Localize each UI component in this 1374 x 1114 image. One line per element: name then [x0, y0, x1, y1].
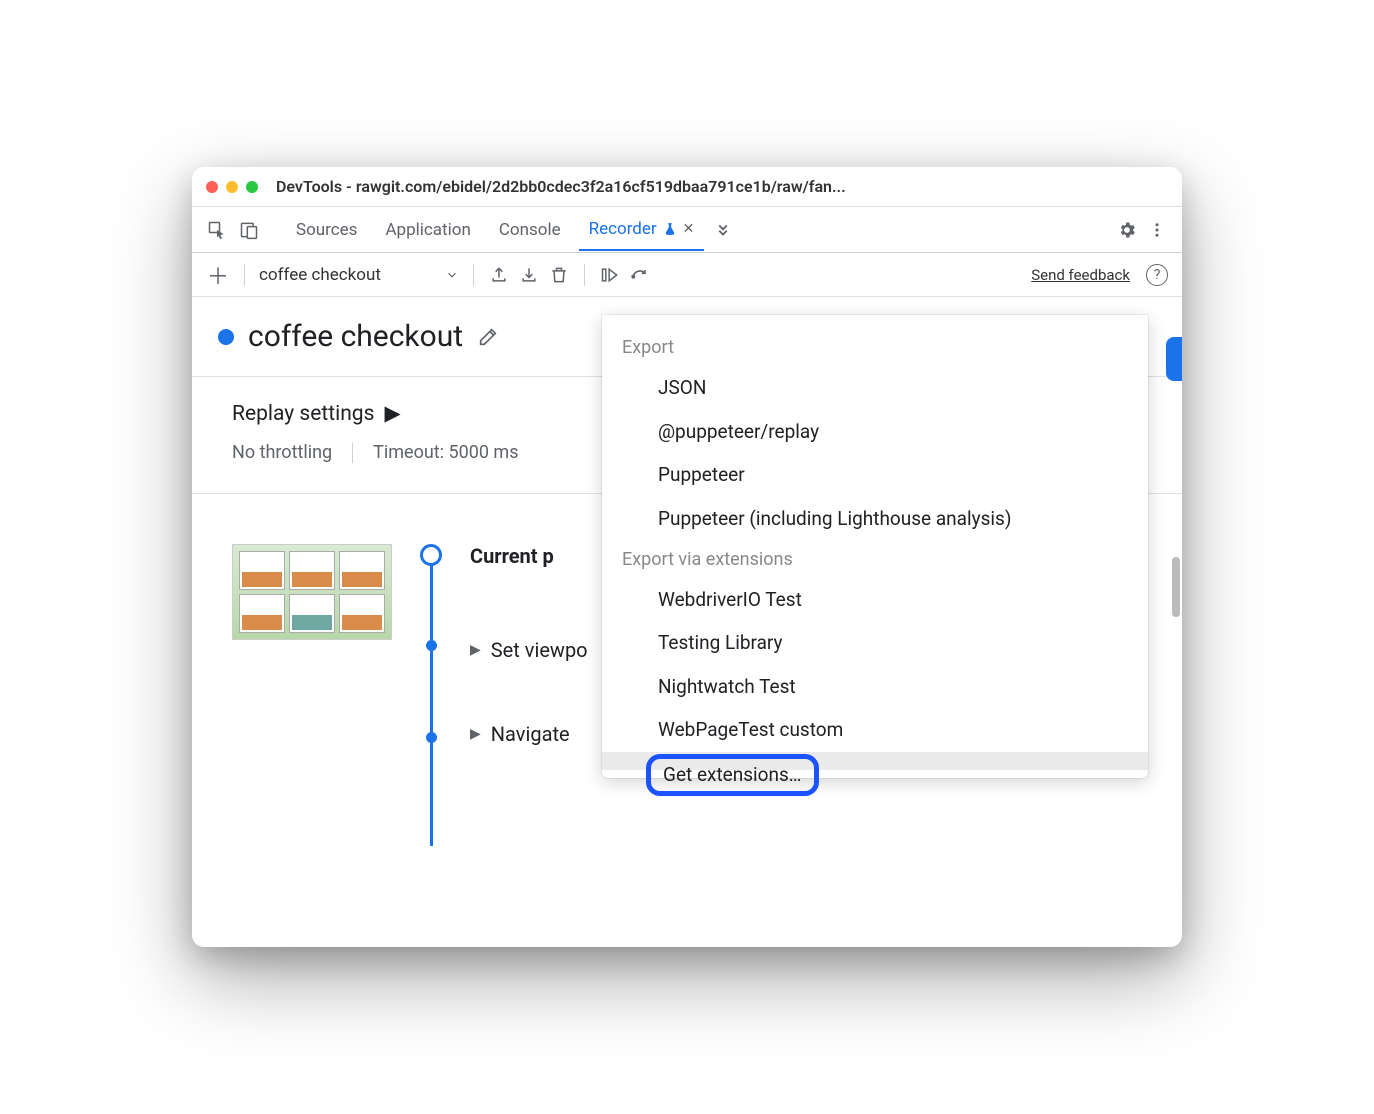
replay-icon[interactable] — [599, 264, 621, 286]
step-label: Set viewpo — [491, 638, 588, 662]
throttling-value: No throttling — [232, 442, 332, 463]
scrollbar-thumb[interactable] — [1172, 557, 1180, 617]
divider — [244, 264, 245, 286]
export-menu: Export JSON @puppeteer/replay Puppeteer … — [602, 315, 1148, 778]
kebab-menu-icon[interactable] — [1146, 219, 1168, 241]
divider — [352, 443, 353, 463]
experiment-icon — [663, 222, 677, 236]
maximize-window-button[interactable] — [246, 181, 258, 193]
traffic-lights — [206, 181, 258, 193]
tab-console[interactable]: Console — [489, 210, 571, 250]
inspect-element-icon[interactable] — [206, 219, 228, 241]
timeline-node — [426, 640, 437, 651]
timeout-value: Timeout: 5000 ms — [373, 442, 518, 463]
edit-title-icon[interactable] — [477, 326, 499, 348]
recording-selector-label: coffee checkout — [259, 265, 381, 285]
import-icon[interactable] — [518, 264, 540, 286]
recording-selector[interactable]: coffee checkout — [259, 265, 459, 285]
settings-icon[interactable] — [1116, 219, 1138, 241]
export-webdriverio[interactable]: WebdriverIO Test — [602, 578, 1148, 622]
tab-recorder-label: Recorder — [589, 219, 657, 239]
triangle-right-icon: ▶ — [384, 401, 400, 426]
triangle-right-icon: ▶ — [470, 726, 481, 742]
tab-application[interactable]: Application — [375, 210, 480, 250]
new-recording-button[interactable]: ＋ — [206, 263, 230, 287]
help-icon[interactable]: ? — [1146, 264, 1168, 286]
divider — [473, 264, 474, 286]
send-feedback-link[interactable]: Send feedback — [1031, 266, 1130, 284]
tab-recorder[interactable]: Recorder ✕ — [579, 209, 705, 251]
tab-sources[interactable]: Sources — [286, 210, 367, 250]
recorder-toolbar: ＋ coffee checkout Send feedback ? — [192, 253, 1182, 297]
export-via-extensions-label: Export via extensions — [602, 541, 1148, 578]
export-testing-library[interactable]: Testing Library — [602, 621, 1148, 665]
triangle-right-icon: ▶ — [470, 642, 481, 658]
timeline — [416, 544, 446, 806]
more-tabs-icon[interactable] — [712, 219, 734, 241]
replay-settings-label: Replay settings — [232, 402, 374, 426]
export-webpagetest[interactable]: WebPageTest custom — [602, 708, 1148, 752]
devtools-window: DevTools - rawgit.com/ebidel/2d2bb0cdec3… — [192, 167, 1182, 947]
export-puppeteer-replay[interactable]: @puppeteer/replay — [602, 410, 1148, 454]
step-icon[interactable] — [629, 264, 651, 286]
timeline-node — [426, 732, 437, 743]
step-label: Navigate — [491, 722, 570, 746]
close-tab-icon[interactable]: ✕ — [683, 221, 695, 237]
titlebar: DevTools - rawgit.com/ebidel/2d2bb0cdec3… — [192, 167, 1182, 207]
export-section-label: Export — [602, 329, 1148, 366]
recording-status-dot — [218, 329, 234, 345]
delete-icon[interactable] — [548, 264, 570, 286]
export-puppeteer-lighthouse[interactable]: Puppeteer (including Lighthouse analysis… — [602, 497, 1148, 541]
step-label: Current p — [470, 544, 554, 568]
divider — [584, 264, 585, 286]
panel-tabs: Sources Application Console Recorder ✕ — [192, 207, 1182, 253]
recording-title: coffee checkout — [248, 319, 463, 354]
export-icon[interactable] — [488, 264, 510, 286]
page-thumbnail — [232, 544, 392, 640]
minimize-window-button[interactable] — [226, 181, 238, 193]
side-panel-tab[interactable] — [1166, 337, 1182, 381]
window-title: DevTools - rawgit.com/ebidel/2d2bb0cdec3… — [276, 177, 1168, 196]
close-window-button[interactable] — [206, 181, 218, 193]
export-nightwatch[interactable]: Nightwatch Test — [602, 665, 1148, 709]
export-get-extensions[interactable]: Get extensions… — [602, 752, 1148, 770]
export-puppeteer[interactable]: Puppeteer — [602, 453, 1148, 497]
timeline-node-current — [420, 544, 442, 566]
get-extensions-highlight: Get extensions… — [646, 754, 819, 796]
chevron-down-icon — [445, 268, 459, 282]
export-json[interactable]: JSON — [602, 366, 1148, 410]
device-toolbar-icon[interactable] — [238, 219, 260, 241]
